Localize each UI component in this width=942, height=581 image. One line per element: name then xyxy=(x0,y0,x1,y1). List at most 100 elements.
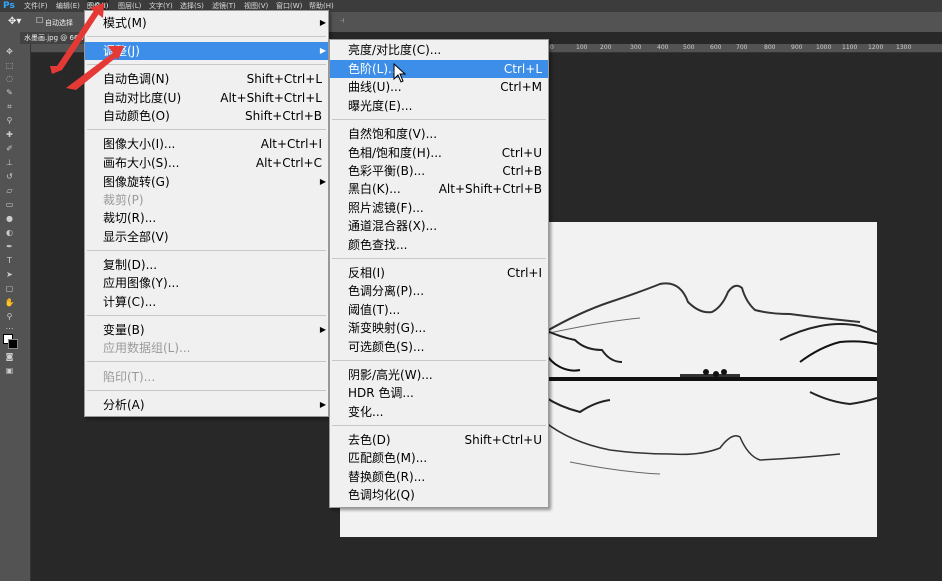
menu-item-apply-image[interactable]: 应用图像(Y)... xyxy=(85,274,328,292)
menu-item-image-rotation[interactable]: 图像旋转(G) ▶ xyxy=(85,173,328,191)
menu-item-hue-saturation[interactable]: 色相/饱和度(H)... Ctrl+U xyxy=(330,144,548,162)
menu-item-variations[interactable]: 变化... xyxy=(330,403,548,421)
quick-select-icon[interactable]: ✎ xyxy=(4,89,15,97)
menu-item-invert[interactable]: 反相(I) Ctrl+I xyxy=(330,264,548,282)
menu-item-reveal-all[interactable]: 显示全部(V) xyxy=(85,228,328,246)
screen-mode-icon[interactable]: ▣ xyxy=(4,367,15,375)
brush-icon[interactable]: ✐ xyxy=(4,145,15,153)
menu-item-levels[interactable]: 色阶(L)... Ctrl+L xyxy=(330,60,548,78)
menu-item-black-white[interactable]: 黑白(K)... Alt+Shift+Ctrl+B xyxy=(330,180,548,198)
menu-item-auto-contrast[interactable]: 自动对比度(U) Alt+Shift+Ctrl+L xyxy=(85,89,328,107)
menu-item-image-size[interactable]: 图像大小(I)... Alt+Ctrl+I xyxy=(85,135,328,153)
menu-item-label: 阈值(T)... xyxy=(348,303,401,317)
quick-mask-icon[interactable]: ◙ xyxy=(4,353,15,361)
menu-item-label: 调整(J) xyxy=(103,44,140,58)
menu-item-gradient-map[interactable]: 渐变映射(G)... xyxy=(330,319,548,337)
menu-item-apply-data-set[interactable]: 应用数据组(L)... xyxy=(85,339,328,357)
marquee-icon[interactable]: ⬚ xyxy=(4,62,15,70)
document-tab[interactable]: 水墨画.jpg @ 66.7% xyxy=(20,32,94,44)
ruler-tick: 600 xyxy=(710,44,722,51)
hand-icon[interactable]: ✋ xyxy=(4,299,15,307)
menu-item-shortcut: Shift+Ctrl+L xyxy=(246,72,322,86)
eyedropper-icon[interactable]: ⚲ xyxy=(4,117,15,125)
zoom-icon[interactable]: ⚲ xyxy=(4,313,15,321)
menu-item-label: 阴影/高光(W)... xyxy=(348,368,433,382)
menu-item-label: 替换颜色(R)... xyxy=(348,470,426,484)
ruler-tick: 1000 xyxy=(816,44,832,51)
menu-item-label: 色相/饱和度(H)... xyxy=(348,146,442,160)
menu-item-exposure[interactable]: 曝光度(E)... xyxy=(330,97,548,115)
menu-separator xyxy=(87,361,326,362)
shape-icon[interactable]: ▢ xyxy=(4,285,15,293)
move-icon[interactable]: ✥ xyxy=(4,48,15,56)
move-tool-icon[interactable]: ✥▾ xyxy=(8,16,21,27)
menu-item-color-balance[interactable]: 色彩平衡(B)... Ctrl+B xyxy=(330,162,548,180)
gradient-icon[interactable]: ▭ xyxy=(4,201,15,209)
menu-item-trim[interactable]: 裁切(R)... xyxy=(85,209,328,227)
menu-item-shortcut: Alt+Ctrl+C xyxy=(255,156,322,170)
dodge-icon[interactable]: ◐ xyxy=(4,229,15,237)
menu-item-label: 裁剪(P) xyxy=(103,193,144,207)
menu-item-curves[interactable]: 曲线(U)... Ctrl+M xyxy=(330,78,548,96)
menu-item-label: 色调分离(P)... xyxy=(348,284,425,298)
menu-item-trap[interactable]: 陷印(T)... xyxy=(85,368,328,386)
auto-select-label: 自动选择 xyxy=(45,19,73,27)
blur-icon[interactable]: ● xyxy=(4,215,15,223)
type-icon[interactable]: T xyxy=(4,257,15,265)
healing-brush-icon[interactable]: ✚ xyxy=(4,131,15,139)
mouse-cursor-icon xyxy=(393,63,407,83)
menu-item-crop[interactable]: 裁剪(P) xyxy=(85,191,328,209)
menu-item-label: 黑白(K)... xyxy=(348,182,401,196)
history-brush-icon[interactable]: ↺ xyxy=(4,173,15,181)
menu-item-replace-color[interactable]: 替换颜色(R)... xyxy=(330,468,548,486)
menu-item-adjust[interactable]: 调整(J) ▶ xyxy=(85,42,328,60)
menu-item-photo-filter[interactable]: 照片滤镜(F)... xyxy=(330,199,548,217)
menu-item-vibrance[interactable]: 自然饱和度(V)... xyxy=(330,125,548,143)
menu-item-canvas-size[interactable]: 画布大小(S)... Alt+Ctrl+C xyxy=(85,154,328,172)
lasso-icon[interactable]: ◌ xyxy=(4,75,15,83)
more-tools-icon[interactable]: ⋯ xyxy=(4,325,15,333)
menu-item-match-color[interactable]: 匹配颜色(M)... xyxy=(330,449,548,467)
auto-select-checkbox[interactable]: ☐ xyxy=(36,16,43,25)
menu-item-label: 图像大小(I)... xyxy=(103,137,176,151)
menu-item-posterize[interactable]: 色调分离(P)... xyxy=(330,282,548,300)
menu-item-selective-color[interactable]: 可选颜色(S)... xyxy=(330,338,548,356)
menu-item-analysis[interactable]: 分析(A) ▶ xyxy=(85,396,328,414)
menu-item-label: 自动色调(N) xyxy=(103,72,170,86)
menu-item-label: 自动颜色(O) xyxy=(103,109,170,123)
menu-item-equalize[interactable]: 色调均化(Q) xyxy=(330,486,548,504)
menu-item-mode[interactable]: 模式(M) ▶ xyxy=(85,14,328,32)
menu-item-duplicate[interactable]: 复制(D)... xyxy=(85,256,328,274)
menu-item-shortcut: Ctrl+B xyxy=(502,164,542,178)
pen-icon[interactable]: ✒ xyxy=(4,243,15,251)
menu-item-label: 可选颜色(S)... xyxy=(348,340,425,354)
menu-item-label: 色阶(L)... xyxy=(348,62,400,76)
menu-item-variables[interactable]: 变量(B) ▶ xyxy=(85,321,328,339)
menu-item-auto-color[interactable]: 自动颜色(O) Shift+Ctrl+B xyxy=(85,107,328,125)
eraser-icon[interactable]: ▱ xyxy=(4,187,15,195)
menu-file[interactable]: 文件(F) xyxy=(24,0,48,12)
menu-item-threshold[interactable]: 阈值(T)... xyxy=(330,301,548,319)
background-color-swatch[interactable] xyxy=(8,339,18,349)
path-select-icon[interactable]: ➤ xyxy=(4,271,15,279)
menu-item-hdr-toning[interactable]: HDR 色调... xyxy=(330,384,548,402)
menu-item-label: 变量(B) xyxy=(103,323,145,337)
crop-icon[interactable]: ⌗ xyxy=(4,103,15,111)
menu-item-calculations[interactable]: 计算(C)... xyxy=(85,293,328,311)
menu-item-brightness-contrast[interactable]: 亮度/对比度(C)... xyxy=(330,41,548,59)
clone-stamp-icon[interactable]: ⊥ xyxy=(4,159,15,167)
menu-item-shadows-highlights[interactable]: 阴影/高光(W)... xyxy=(330,366,548,384)
menu-separator xyxy=(332,360,546,361)
menu-edit[interactable]: 编辑(E) xyxy=(56,0,80,12)
menu-separator xyxy=(87,129,326,130)
menu-item-auto-tone[interactable]: 自动色调(N) Shift+Ctrl+L xyxy=(85,70,328,88)
menu-item-label: 图像旋转(G) xyxy=(103,175,170,189)
ruler-tick: 1300 xyxy=(896,44,912,51)
menu-item-desaturate[interactable]: 去色(D) Shift+Ctrl+U xyxy=(330,431,548,449)
ruler-tick: 800 xyxy=(764,44,776,51)
align-icon[interactable]: ⫞ xyxy=(340,16,345,26)
ruler-tick: 400 xyxy=(657,44,669,51)
menu-item-channel-mixer[interactable]: 通道混合器(X)... xyxy=(330,217,548,235)
menu-separator xyxy=(87,64,326,65)
menu-item-color-lookup[interactable]: 颜色查找... xyxy=(330,236,548,254)
